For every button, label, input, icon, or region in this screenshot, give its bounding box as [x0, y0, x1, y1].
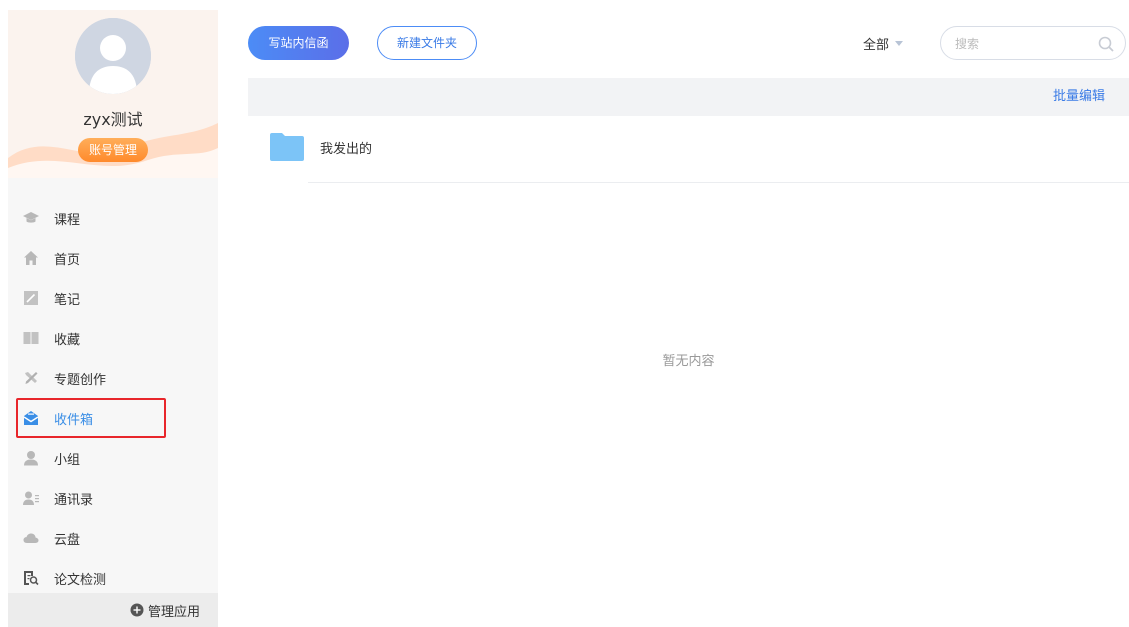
manage-apps-button[interactable]: 管理应用 [8, 593, 218, 627]
sidebar-item-home[interactable]: 首页 [8, 238, 218, 278]
account-management-button[interactable]: 账号管理 [78, 138, 148, 162]
sidebar-item-label: 首页 [54, 252, 81, 268]
user-icon [22, 449, 40, 467]
note-icon [22, 289, 40, 307]
folder-icon [270, 133, 304, 161]
default-user-avatar-icon [75, 18, 151, 94]
home-icon [22, 249, 40, 267]
graduation-cap-icon [22, 209, 40, 227]
empty-state-text: 暂无内容 [662, 354, 715, 369]
book-icon [22, 329, 40, 347]
sidebar-item-courses[interactable]: 课程 [8, 198, 218, 238]
tools-icon [22, 369, 40, 387]
username: zyx测试 [83, 110, 143, 129]
sidebar-item-label: 课程 [54, 212, 81, 228]
filter-dropdown[interactable]: 全部 [863, 26, 904, 60]
avatar[interactable] [75, 18, 151, 94]
search-box [940, 26, 1126, 60]
folder-name: 我发出的 [320, 142, 373, 157]
sidebar: zyx测试 账号管理 课程 首页 笔记 收藏 专题创作 收件箱 小组 通讯录 云… [8, 10, 218, 627]
inbox-page: zyx测试 账号管理 课程 首页 笔记 收藏 专题创作 收件箱 小组 通讯录 云… [0, 0, 1129, 627]
toolbar: 写站内信函 新建文件夹 全部 [248, 26, 1129, 60]
search-icon[interactable] [1097, 35, 1115, 53]
sidebar-item-cloud-drive[interactable]: 云盘 [8, 518, 218, 558]
row-divider [308, 182, 1129, 183]
compose-message-button[interactable]: 写站内信函 [248, 26, 349, 60]
sidebar-item-label: 云盘 [54, 532, 81, 548]
profile-card: zyx测试 账号管理 [8, 10, 218, 178]
sidebar-nav: 课程 首页 笔记 收藏 专题创作 收件箱 小组 通讯录 云盘 论文检测 [8, 198, 218, 598]
sidebar-item-label: 小组 [54, 452, 81, 468]
sidebar-item-label: 笔记 [54, 292, 81, 308]
inbox-icon [22, 409, 40, 427]
sidebar-item-label: 收件箱 [54, 412, 94, 428]
contacts-icon [22, 489, 40, 507]
manage-apps-label: 管理应用 [147, 604, 200, 620]
caret-down-icon [895, 40, 904, 46]
filter-label: 全部 [863, 37, 890, 53]
sidebar-item-paper-check[interactable]: 论文检测 [8, 558, 218, 598]
bulk-edit-link[interactable]: 批量编辑 [1053, 78, 1105, 116]
sidebar-item-label: 收藏 [54, 332, 81, 348]
search-input[interactable] [955, 34, 1085, 54]
new-folder-button[interactable]: 新建文件夹 [377, 26, 477, 60]
document-search-icon [22, 569, 40, 587]
cloud-icon [22, 529, 40, 547]
sidebar-item-label: 论文检测 [54, 572, 107, 588]
list-header-bar: 批量编辑 [248, 78, 1129, 116]
folder-item-sent[interactable]: 我发出的 [248, 117, 1129, 183]
sidebar-item-inbox[interactable]: 收件箱 [8, 398, 218, 438]
sidebar-item-label: 专题创作 [54, 372, 107, 388]
plus-circle-icon [130, 603, 144, 617]
main-content: 写站内信函 新建文件夹 全部 批量编辑 我发出的 暂无内容 [248, 0, 1129, 627]
sidebar-item-notes[interactable]: 笔记 [8, 278, 218, 318]
sidebar-item-contacts[interactable]: 通讯录 [8, 478, 218, 518]
sidebar-item-groups[interactable]: 小组 [8, 438, 218, 478]
sidebar-item-topic-creation[interactable]: 专题创作 [8, 358, 218, 398]
sidebar-item-favorites[interactable]: 收藏 [8, 318, 218, 358]
sidebar-item-label: 通讯录 [54, 492, 94, 508]
